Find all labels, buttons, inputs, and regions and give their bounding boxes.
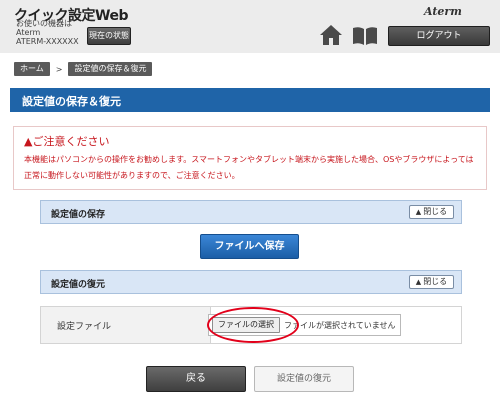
- choose-file-button[interactable]: ファイルの選択: [212, 317, 280, 333]
- device-id: ATERM-XXXXXX: [16, 37, 79, 46]
- file-label-cell: 設定ファイル: [41, 307, 211, 343]
- device-brand: Aterm: [16, 28, 41, 37]
- file-status-text: ファイルが選択されていません: [284, 320, 396, 330]
- save-section-close-button[interactable]: ▲ 閉じる: [409, 205, 454, 219]
- notice-body: 本機能はパソコンからの操作をお勧めします。スマートフォンやタブレット端末から実施…: [24, 155, 474, 180]
- notice-title: ▲ご注意ください: [24, 135, 110, 148]
- save-to-file-button[interactable]: ファイルへ保存: [200, 234, 299, 259]
- status-button[interactable]: 現在の状態: [87, 27, 131, 45]
- brand-logo: Aterm: [424, 5, 462, 18]
- breadcrumb-current: 設定値の保存＆復元: [68, 62, 153, 76]
- header: クイック設定Web お使いの機器は Aterm ATERM-XXXXXX 現在の…: [0, 0, 500, 53]
- restore-settings-button[interactable]: 設定値の復元: [254, 366, 354, 392]
- logout-button[interactable]: ログアウト: [388, 26, 490, 46]
- restore-section-label: 設定値の復元: [51, 280, 106, 290]
- device-info: お使いの機器は Aterm ATERM-XXXXXX: [16, 19, 79, 46]
- chevron-up-icon: ▲: [415, 278, 422, 286]
- save-section-header: 設定値の保存 ▲ 閉じる: [40, 200, 462, 224]
- restore-section-header: 設定値の復元 ▲ 閉じる: [40, 270, 462, 294]
- page-title: 設定値の保存＆復元: [22, 95, 121, 108]
- save-section-label: 設定値の保存: [51, 210, 106, 220]
- device-caption: お使いの機器は: [16, 19, 72, 28]
- manual-book-icon[interactable]: [352, 26, 378, 46]
- breadcrumb: ホーム > 設定値の保存＆復元: [14, 62, 153, 76]
- page-title-bar: 設定値の保存＆復元: [10, 88, 490, 112]
- home-icon[interactable]: [319, 24, 343, 46]
- notice-box: ▲ご注意ください 本機能はパソコンからの操作をお勧めします。スマートフォンやタブ…: [13, 126, 487, 190]
- settings-file-label: 設定ファイル: [57, 322, 112, 332]
- chevron-up-icon: ▲: [415, 208, 422, 216]
- restore-section-close-button[interactable]: ▲ 閉じる: [409, 275, 454, 289]
- breadcrumb-home[interactable]: ホーム: [14, 62, 50, 76]
- file-input[interactable]: ファイルの選択 ファイルが選択されていません: [208, 314, 401, 336]
- breadcrumb-separator: >: [55, 64, 63, 74]
- back-button[interactable]: 戻る: [146, 366, 246, 392]
